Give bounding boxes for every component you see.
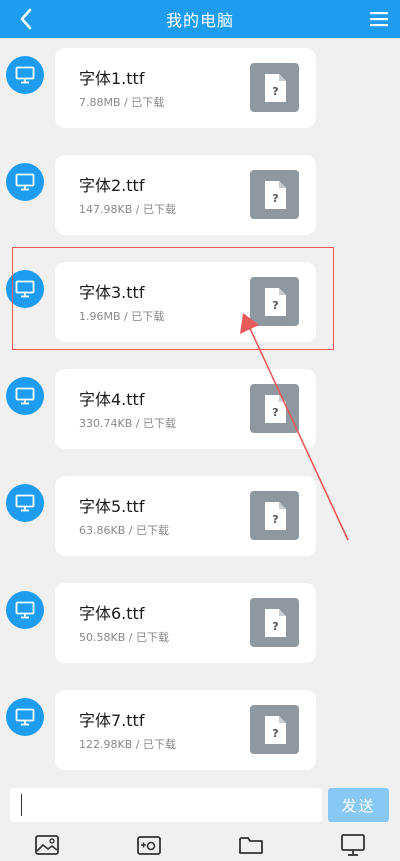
sender-avatar[interactable] — [6, 698, 44, 736]
file-size-status: 330.74KB / 已下载 — [79, 417, 176, 430]
file-name: 字体3.ttf — [79, 283, 145, 302]
sender-avatar[interactable] — [6, 591, 44, 629]
file-message-bubble[interactable]: 字体7.ttf 122.98KB / 已下载? — [55, 690, 316, 770]
camera-button[interactable] — [135, 832, 163, 858]
text-cursor — [21, 794, 22, 816]
file-size-status: 147.98KB / 已下载 — [79, 203, 176, 216]
file-name: 字体1.ttf — [79, 69, 145, 88]
file-size-status: 7.88MB / 已下载 — [79, 96, 165, 109]
sender-avatar[interactable] — [6, 56, 44, 94]
file-message-bubble[interactable]: 字体3.ttf 1.96MB / 已下载? — [55, 262, 316, 342]
svg-text:?: ? — [272, 85, 278, 98]
monitor-icon — [15, 494, 35, 512]
monitor-icon — [15, 387, 35, 405]
monitor-icon — [15, 708, 35, 726]
unknown-file-icon: ? — [250, 277, 299, 326]
file-message-bubble[interactable]: 字体2.ttf 147.98KB / 已下载? — [55, 155, 316, 235]
file-size-status: 1.96MB / 已下载 — [79, 310, 165, 323]
unknown-file-icon: ? — [250, 384, 299, 433]
monitor-icon — [15, 280, 35, 298]
file-name: 字体7.ttf — [79, 711, 145, 730]
unknown-file-icon: ? — [250, 491, 299, 540]
file-message-bubble[interactable]: 字体6.ttf 50.58KB / 已下载? — [55, 583, 316, 663]
folder-icon — [239, 837, 263, 854]
sender-avatar[interactable] — [6, 377, 44, 415]
unknown-file-icon: ? — [250, 63, 299, 112]
file-size-status: 50.58KB / 已下载 — [79, 631, 169, 644]
svg-text:?: ? — [272, 299, 278, 312]
svg-text:?: ? — [272, 192, 278, 205]
page-title: 我的电脑 — [165, 11, 234, 30]
file-message-bubble[interactable]: 字体5.ttf 63.86KB / 已下载? — [55, 476, 316, 556]
camera-icon — [137, 836, 161, 855]
image-icon — [35, 835, 59, 855]
chevron-left-icon — [20, 8, 32, 30]
file-size-status: 122.98KB / 已下载 — [79, 738, 176, 751]
message-list[interactable]: 字体1.ttf 7.88MB / 已下载? 字体2.ttf 147.98KB / 已下… — [0, 38, 400, 780]
file-name: 字体5.ttf — [79, 497, 145, 516]
unknown-file-icon: ? — [250, 705, 299, 754]
message-row: 字体7.ttf 122.98KB / 已下载? — [0, 690, 400, 770]
message-row: 字体1.ttf 7.88MB / 已下载? — [0, 48, 400, 128]
sender-avatar[interactable] — [6, 163, 44, 201]
send-button[interactable]: 发送 — [328, 788, 389, 822]
back-button[interactable] — [12, 5, 40, 33]
sender-avatar[interactable] — [6, 270, 44, 308]
file-name: 字体4.ttf — [79, 390, 145, 409]
message-row: 字体4.ttf 330.74KB / 已下载? — [0, 369, 400, 449]
message-row: 字体3.ttf 1.96MB / 已下载? — [0, 262, 400, 342]
bottom-toolbar — [0, 830, 400, 861]
svg-text:?: ? — [272, 406, 278, 419]
monitor-icon — [341, 834, 365, 856]
unknown-file-icon: ? — [250, 170, 299, 219]
input-bar: 发送 — [0, 780, 400, 830]
hamburger-menu-icon — [370, 12, 388, 27]
folder-button[interactable] — [237, 832, 265, 858]
file-name: 字体6.ttf — [79, 604, 145, 623]
message-row: 字体2.ttf 147.98KB / 已下载? — [0, 155, 400, 235]
menu-button[interactable] — [366, 6, 392, 32]
sender-avatar[interactable] — [6, 484, 44, 522]
message-row: 字体6.ttf 50.58KB / 已下载? — [0, 583, 400, 663]
title-bar: 我的电脑 — [0, 0, 400, 38]
message-input[interactable] — [10, 788, 322, 822]
file-name: 字体2.ttf — [79, 176, 145, 195]
file-size-status: 63.86KB / 已下载 — [79, 524, 169, 537]
unknown-file-icon: ? — [250, 598, 299, 647]
svg-text:?: ? — [272, 513, 278, 526]
file-message-bubble[interactable]: 字体1.ttf 7.88MB / 已下载? — [55, 48, 316, 128]
monitor-icon — [15, 173, 35, 191]
monitor-icon — [15, 66, 35, 84]
image-button[interactable] — [33, 832, 61, 858]
computer-button[interactable] — [339, 832, 367, 858]
file-message-bubble[interactable]: 字体4.ttf 330.74KB / 已下载? — [55, 369, 316, 449]
message-row: 字体5.ttf 63.86KB / 已下载? — [0, 476, 400, 556]
svg-text:?: ? — [272, 727, 278, 740]
monitor-icon — [15, 601, 35, 619]
svg-text:?: ? — [272, 620, 278, 633]
